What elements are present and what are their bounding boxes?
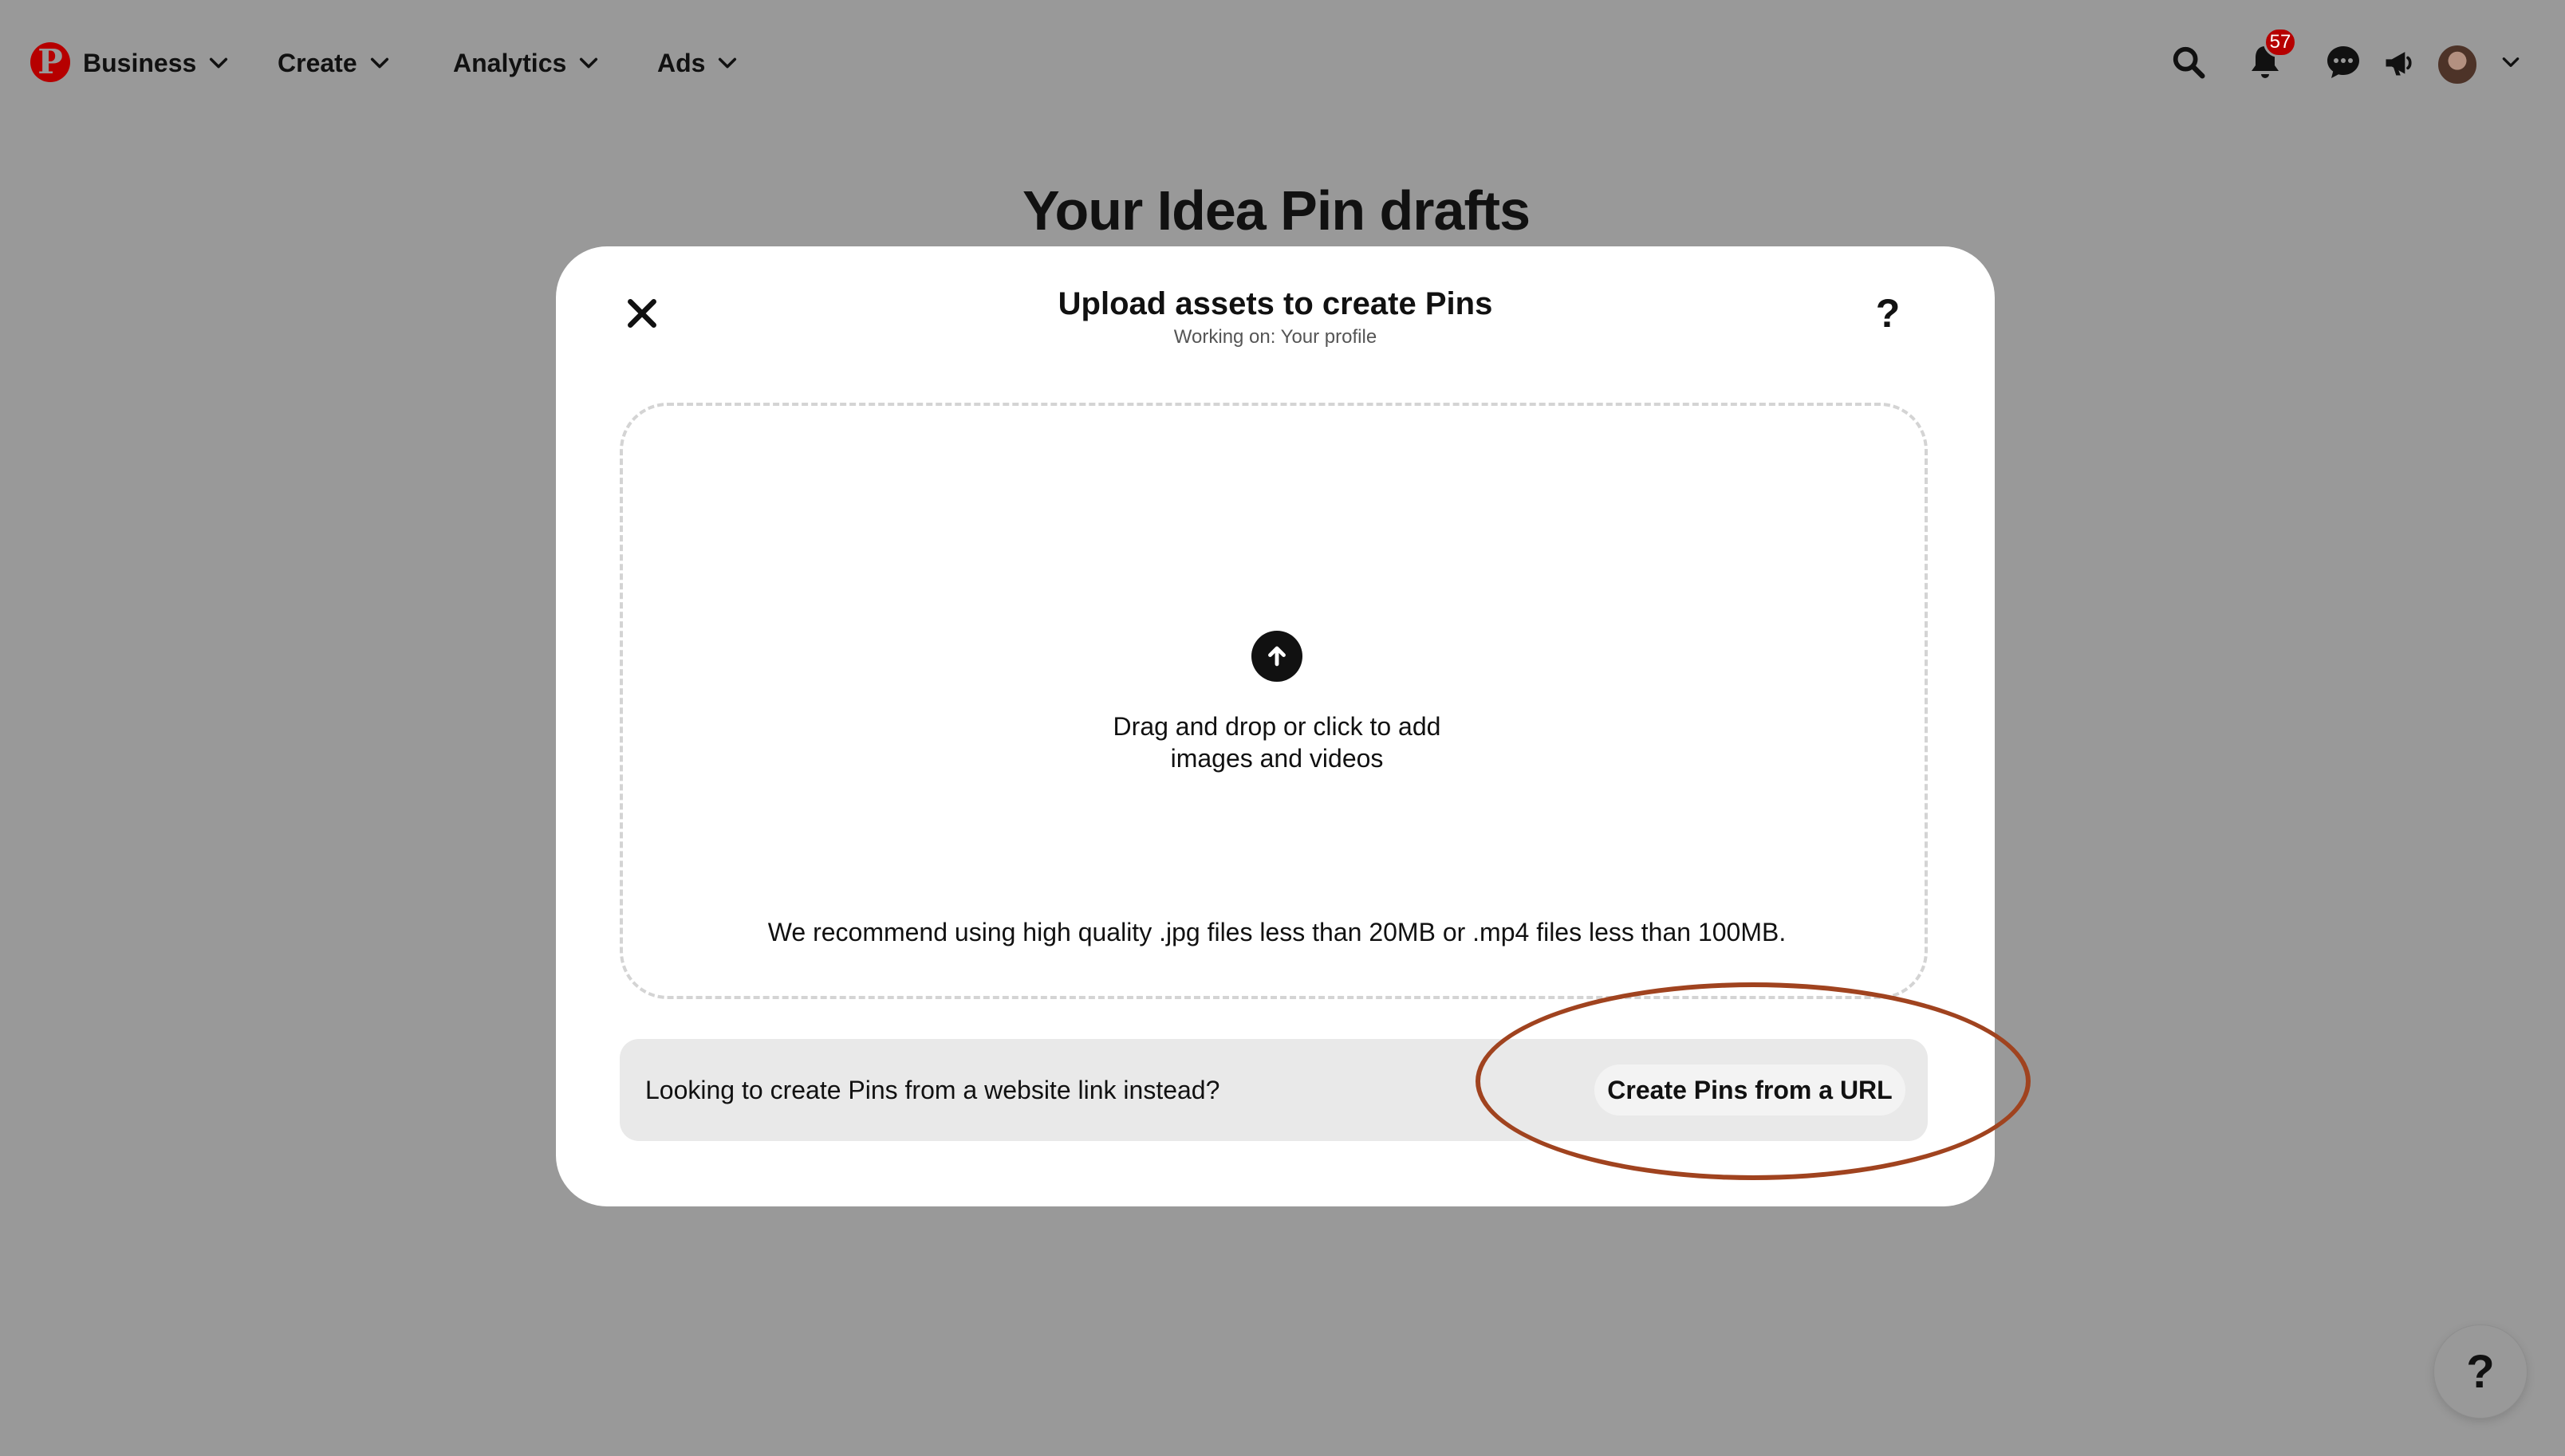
upload-arrow-icon xyxy=(1251,631,1302,682)
pinterest-logo[interactable]: P xyxy=(30,42,70,82)
account-menu-button[interactable] xyxy=(2492,41,2530,83)
url-option-prompt: Looking to create Pins from a website li… xyxy=(645,1075,1220,1104)
nav-create-label: Create xyxy=(278,48,357,77)
nav-ads-label: Ads xyxy=(657,48,706,77)
top-navigation: P Business Create Analytics Ads 57 xyxy=(0,0,2565,124)
floating-help-button[interactable]: ? xyxy=(2434,1325,2527,1418)
chevron-down-icon xyxy=(719,57,737,69)
nav-analytics-menu[interactable]: Analytics xyxy=(453,46,600,80)
modal-help-button[interactable]: ? xyxy=(1864,289,1912,337)
file-dropzone[interactable]: Drag and drop or click to add images and… xyxy=(620,403,1928,999)
nav-business-menu[interactable]: Business xyxy=(83,46,230,80)
chevron-down-icon xyxy=(370,57,388,69)
nav-create-menu[interactable]: Create xyxy=(278,46,391,80)
upload-assets-modal: Upload assets to create Pins Working on:… xyxy=(556,246,1995,1206)
nav-analytics-label: Analytics xyxy=(453,48,567,77)
logo-letter: P xyxy=(37,42,63,81)
dropzone-line-2: images and videos xyxy=(1170,744,1384,773)
create-pins-from-url-button[interactable]: Create Pins from a URL xyxy=(1594,1064,1905,1116)
chevron-down-icon xyxy=(2502,57,2520,67)
dropzone-instructions: Drag and drop or click to add images and… xyxy=(958,710,1596,774)
updates-button[interactable] xyxy=(2378,41,2420,83)
nav-ads-menu[interactable]: Ads xyxy=(657,46,739,80)
user-avatar[interactable] xyxy=(2436,43,2479,86)
messages-button[interactable] xyxy=(2323,41,2364,83)
file-recommendation-text: We recommend using high quality .jpg fil… xyxy=(767,918,1787,946)
megaphone-icon xyxy=(2386,52,2412,76)
modal-subtitle: Working on: Your profile xyxy=(1173,326,1377,348)
search-button[interactable] xyxy=(2168,41,2209,83)
modal-title: Upload assets to create Pins xyxy=(1058,286,1493,321)
chevron-down-icon xyxy=(210,57,228,69)
nav-business-label: Business xyxy=(83,48,197,77)
page-title: Your Idea Pin drafts xyxy=(1022,179,1531,242)
search-icon xyxy=(2173,46,2205,79)
dropzone-line-1: Drag and drop or click to add xyxy=(1113,712,1441,741)
chevron-down-icon xyxy=(580,57,598,69)
url-option-bar: Looking to create Pins from a website li… xyxy=(620,1039,1928,1141)
chat-bubble-icon xyxy=(2327,46,2359,78)
notification-count-badge: 57 xyxy=(2264,27,2297,57)
